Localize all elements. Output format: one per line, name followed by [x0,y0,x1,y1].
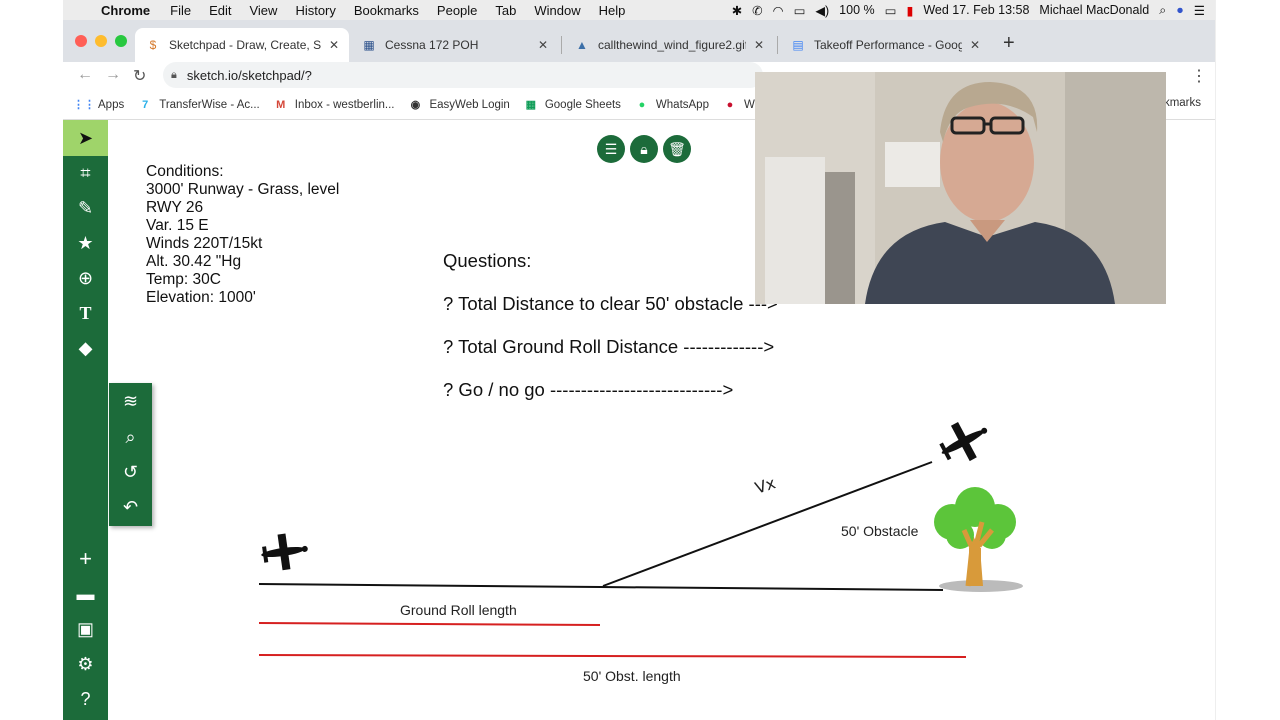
history-icon[interactable]: ↺ [109,454,152,490]
ground-roll-length-line [258,622,601,626]
sliders-settings-icon[interactable]: ☰ [597,135,625,163]
tree-obstacle-icon [934,487,1023,592]
airplane-ground-icon [261,533,308,571]
ground-roll-length-label[interactable]: Ground Roll length [400,602,517,618]
object-actions: ☰ 🔒︎ 🗑︎ [597,135,691,163]
condition-rwy: RWY 26 [146,199,204,216]
delete-trash-icon[interactable]: 🗑︎ [663,135,691,163]
condition-runway: 3000' Runway - Grass, level [146,181,340,198]
obstacle-length-line [258,654,967,658]
zoom-search-icon[interactable]: ⌕ [109,419,152,455]
questions-heading[interactable]: Questions: [443,250,531,272]
condition-variation: Var. 15 E [146,217,209,234]
condition-winds: Winds 220T/15kt [146,235,263,252]
airplane-climbing-icon [939,421,988,462]
runway-line-ground-roll [258,583,601,588]
conditions-text-block[interactable]: Conditions: 3000' Runway - Grass, level … [146,163,339,307]
obstacle-label[interactable]: 50' Obstacle [841,523,918,539]
condition-altimeter: Alt. 30.42 "Hg [146,253,242,270]
layers-icon[interactable]: ≋ [109,383,152,419]
question-total-distance[interactable]: ? Total Distance to clear 50' obstacle -… [443,293,778,315]
obstacle-length-label[interactable]: 50' Obst. length [583,668,681,684]
question-ground-roll[interactable]: ? Total Ground Roll Distance -----------… [443,336,774,358]
conditions-heading: Conditions: [146,163,224,180]
undo-icon[interactable]: ↶ [109,489,152,525]
question-go-no-go[interactable]: ? Go / no go ---------------------------… [443,379,733,401]
lock-object-icon[interactable]: 🔒︎ [630,135,658,163]
sketchpad-flyout-toolbar: ≋ ⌕ ↺ ↶ [109,383,152,526]
webcam-video-overlay [755,72,1166,304]
runway-line-remaining [599,586,944,591]
condition-elevation: Elevation: 1000' [146,289,256,306]
webcam-person-image [755,72,1166,304]
condition-temp: Temp: 30C [146,271,221,288]
